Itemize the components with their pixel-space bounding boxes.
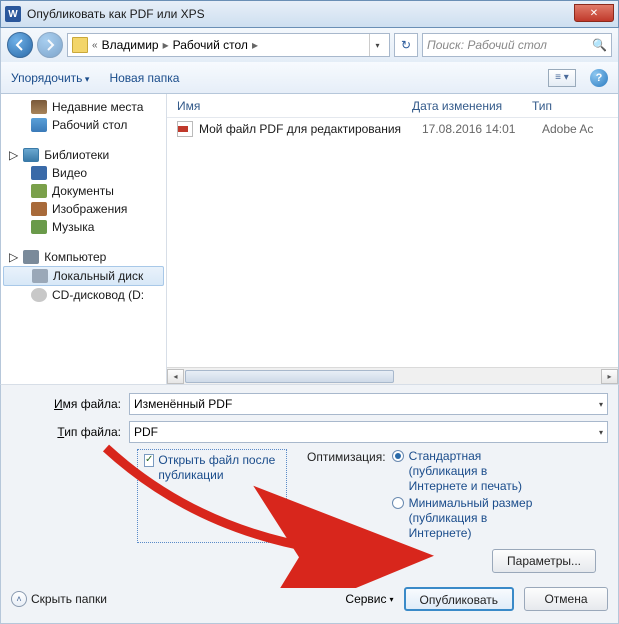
image-icon — [31, 202, 47, 216]
tree-desktop[interactable]: Рабочий стол — [3, 116, 164, 134]
chevron-down-icon[interactable]: ▾ — [599, 428, 603, 437]
file-type: Adobe Ac — [542, 122, 593, 136]
search-icon: 🔍 — [592, 38, 607, 52]
video-icon — [31, 166, 47, 180]
word-icon: W — [5, 6, 21, 22]
help-icon[interactable]: ? — [590, 69, 608, 87]
filename-label: Имя файла: — [11, 397, 129, 411]
checkbox-checked-icon: ✓ — [144, 454, 154, 467]
tree-images[interactable]: Изображения — [3, 200, 164, 218]
arrow-right-icon — [44, 39, 56, 51]
computer-icon — [23, 250, 39, 264]
search-placeholder: Поиск: Рабочий стол — [427, 38, 547, 52]
view-options-button[interactable]: ≡ ▾ — [548, 69, 576, 87]
radio-minimal[interactable]: Минимальный размер (публикация в Интерне… — [392, 496, 539, 541]
filename-input[interactable]: Изменённый PDF ▾ — [129, 393, 608, 415]
desktop-icon — [31, 118, 47, 132]
filetype-select[interactable]: PDF ▾ — [129, 421, 608, 443]
tree-video[interactable]: Видео — [3, 164, 164, 182]
radio-checked-icon — [392, 450, 404, 462]
arrow-left-icon — [14, 39, 26, 51]
music-icon — [31, 220, 47, 234]
file-name: Мой файл PDF для редактирования — [199, 122, 422, 136]
radio-unchecked-icon — [392, 497, 404, 509]
tree-cd-drive[interactable]: CD-дисковод (D: — [3, 286, 164, 304]
scroll-right-icon[interactable]: ▸ — [601, 369, 618, 384]
tree-local-disk[interactable]: Локальный диск — [3, 266, 164, 286]
tree-libraries[interactable]: ▷ Библиотеки — [3, 146, 164, 164]
tree-music[interactable]: Музыка — [3, 218, 164, 236]
filetype-label: Тип файла: — [11, 425, 129, 439]
breadcrumb-dropdown[interactable]: ▾ — [369, 34, 385, 56]
cd-icon — [31, 288, 47, 302]
breadcrumb[interactable]: « Владимир ▸ Рабочий стол ▸ ▾ — [67, 33, 390, 57]
title-bar: W Опубликовать как PDF или XPS ✕ — [0, 0, 619, 28]
optimization-label: Оптимизация: — [307, 449, 386, 543]
chevron-up-icon: ˄ — [11, 591, 27, 607]
tree-documents[interactable]: Документы — [3, 182, 164, 200]
body-area: Недавние места Рабочий стол ▷ Библиотеки… — [0, 94, 619, 384]
refresh-button[interactable]: ↻ — [394, 33, 418, 57]
folder-icon — [72, 37, 88, 53]
breadcrumb-seg2[interactable]: Рабочий стол — [173, 38, 248, 52]
open-after-checkbox[interactable]: ✓ Открыть файл после публикации — [137, 449, 287, 543]
forward-button[interactable] — [37, 32, 63, 58]
file-row[interactable]: Мой файл PDF для редактирования 17.08.20… — [167, 118, 618, 140]
hide-folders-button[interactable]: ˄ Скрыть папки — [11, 591, 107, 607]
recent-icon — [31, 100, 47, 114]
service-menu[interactable]: Сервис▾ — [345, 592, 393, 606]
close-button[interactable]: ✕ — [574, 4, 614, 22]
chevron-down-icon[interactable]: ▾ — [599, 400, 603, 409]
parameters-button[interactable]: Параметры... — [492, 549, 596, 573]
radio-standard[interactable]: Стандартная (публикация в Интернете и пе… — [392, 449, 539, 494]
scroll-thumb[interactable] — [185, 370, 394, 383]
toolbar: Упорядочить Новая папка ≡ ▾ ? — [0, 62, 619, 94]
pdf-icon — [177, 121, 193, 137]
horizontal-scrollbar[interactable]: ◂ ▸ — [167, 367, 618, 384]
search-input[interactable]: Поиск: Рабочий стол 🔍 — [422, 33, 612, 57]
breadcrumb-seg1[interactable]: Владимир — [102, 38, 159, 52]
file-date: 17.08.2016 14:01 — [422, 122, 542, 136]
col-name[interactable]: Имя — [167, 99, 412, 113]
publish-button[interactable]: Опубликовать — [404, 587, 514, 611]
back-button[interactable] — [7, 32, 33, 58]
bottom-panel: Имя файла: Изменённый PDF ▾ Тип файла: P… — [0, 384, 619, 624]
col-type[interactable]: Тип — [532, 99, 618, 113]
tree-computer[interactable]: ▷ Компьютер — [3, 248, 164, 266]
library-icon — [23, 148, 39, 162]
document-icon — [31, 184, 47, 198]
col-date[interactable]: Дата изменения — [412, 99, 532, 113]
column-headers: Имя Дата изменения Тип — [167, 94, 618, 118]
disk-icon — [32, 269, 48, 283]
file-list: Имя Дата изменения Тип Мой файл PDF для … — [167, 94, 618, 384]
organize-menu[interactable]: Упорядочить — [11, 71, 89, 85]
nav-bar: « Владимир ▸ Рабочий стол ▸ ▾ ↻ Поиск: Р… — [0, 28, 619, 62]
chevron-right-icon: ▸ — [252, 38, 258, 52]
window-title: Опубликовать как PDF или XPS — [27, 7, 205, 21]
folder-tree: Недавние места Рабочий стол ▷ Библиотеки… — [1, 94, 167, 384]
new-folder-button[interactable]: Новая папка — [109, 71, 179, 85]
cancel-button[interactable]: Отмена — [524, 587, 608, 611]
chevron-right-icon: ▸ — [163, 38, 169, 52]
scroll-left-icon[interactable]: ◂ — [167, 369, 184, 384]
tree-recent[interactable]: Недавние места — [3, 98, 164, 116]
